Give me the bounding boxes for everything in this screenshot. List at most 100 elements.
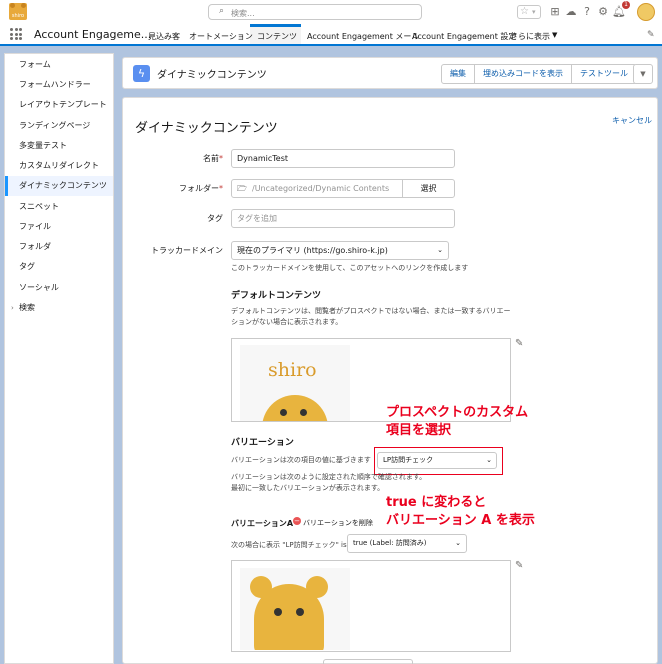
variation-a-label: バリエーションA <box>231 519 294 528</box>
sidebar-item-landing-pages[interactable]: ランディングページ <box>5 116 113 136</box>
sidebar-item-files[interactable]: ファイル <box>5 217 113 237</box>
condition-label: 次の場合に表示 "LP訪問チェック" is <box>231 541 347 549</box>
bear-eye <box>296 608 304 616</box>
tracker-domain-select[interactable]: 現在のプライマリ (https://go.shiro-k.jp) ⌄ <box>231 241 449 260</box>
sidebar-item-social[interactable]: ソーシャル <box>5 278 113 298</box>
edit-nav-icon[interactable]: ✎ <box>647 30 655 40</box>
variation-title: バリエーション <box>231 438 294 448</box>
embed-code-button[interactable]: 埋め込みコードを表示 <box>475 65 572 83</box>
lightning-icon: ϟ <box>133 65 150 82</box>
sidebar-item-folders[interactable]: フォルダ <box>5 237 113 257</box>
chevron-down-icon: ▾ <box>532 8 536 16</box>
folder-path: /Uncategorized/Dynamic Contents <box>252 184 390 193</box>
required-mark: * <box>219 154 223 163</box>
chevron-down-icon: ▼ <box>640 70 646 78</box>
sidebar-item-tags[interactable]: タグ <box>5 257 113 277</box>
variation-a-preview[interactable] <box>231 560 511 652</box>
edit-button[interactable]: 編集 <box>442 65 475 83</box>
nav-tab-automation[interactable]: オートメーション <box>189 31 253 42</box>
logo-ear-right <box>21 3 26 8</box>
image-text: shiro <box>268 359 317 381</box>
tracker-domain-help: このトラッカードメインを使用して、このアセットへのリンクを作成します <box>231 264 469 272</box>
tag-input[interactable]: タグを追加 <box>231 209 455 228</box>
sidebar-item-snippets[interactable]: スニペット <box>5 197 113 217</box>
search-icon: ⌕ <box>219 6 225 16</box>
variation-first-match-help: 最初に一致したバリエーションが表示されます。 <box>231 484 385 492</box>
more-actions-button[interactable]: ▼ <box>633 64 653 84</box>
nav-tab-email[interactable]: Account Engagement メール <box>307 31 419 42</box>
folder-select-button[interactable]: 選択 <box>402 180 454 197</box>
tracker-domain-label: トラッカードメイン <box>151 246 223 255</box>
name-input[interactable]: DynamicTest <box>231 149 455 168</box>
chevron-right-icon: › <box>11 304 14 312</box>
default-content-help: デフォルトコンテンツは、閲覧者がプロスペクトではない場合、または一致するバリエー… <box>231 307 511 326</box>
logo-ear-left <box>10 3 15 8</box>
help-icon[interactable]: ? <box>580 5 594 19</box>
pencil-icon[interactable]: ✎ <box>515 560 523 571</box>
cancel-link[interactable]: キャンセル <box>612 115 652 126</box>
variation-order-help: バリエーションは次のように設定された順序で確認されます。 <box>231 473 427 481</box>
global-search-input[interactable]: ⌕ 検索... <box>208 4 422 20</box>
test-tools-button[interactable]: テストツール <box>572 65 636 83</box>
favorites-button[interactable]: ☆ ▾ <box>517 5 541 19</box>
sidebar-item-form-handlers[interactable]: フォームハンドラー <box>5 75 113 95</box>
sidebar-item-dynamic-content[interactable]: ダイナミックコンテンツ <box>5 176 113 196</box>
tag-label: タグ <box>207 214 223 223</box>
condition-value-select[interactable]: true (Label: 訪問済み) ⌄ <box>347 534 467 553</box>
header-button-group: 編集 埋め込みコードを表示 テストツール <box>441 64 637 84</box>
search-placeholder: 検索... <box>231 9 255 18</box>
app-nav-bar: Account Engageme... 見込み客 オートメーション コンテンツ … <box>0 24 662 46</box>
remove-variation-link[interactable]: バリエーションを削除 <box>303 518 373 528</box>
notification-badge: 1 <box>622 1 630 9</box>
sidebar-item-redirects[interactable]: カスタムリダイレクト <box>5 156 113 176</box>
bear-image <box>254 584 324 650</box>
chevron-down-icon[interactable]: ▼ <box>552 31 557 39</box>
cloud-icon[interactable]: ☁ <box>564 5 578 19</box>
app-name: Account Engageme... <box>34 28 152 41</box>
sidebar-item-forms[interactable]: フォーム <box>5 55 113 75</box>
annotation-text: true に変わると <box>386 495 487 510</box>
default-content-image: shiro <box>240 345 350 421</box>
nav-tab-settings[interactable]: Account Engagement 設定 <box>412 31 516 42</box>
bear-image <box>262 395 328 421</box>
pencil-icon[interactable]: ✎ <box>515 338 523 349</box>
chevron-down-icon: ⌄ <box>437 246 443 254</box>
bear-eye <box>280 409 287 416</box>
add-icon[interactable]: ⊞ <box>548 5 562 19</box>
sidebar-item-layout-templates[interactable]: レイアウトテンプレート <box>5 95 113 115</box>
default-content-title: デフォルトコンテンツ <box>231 291 322 301</box>
page-title: ダイナミックコンテンツ <box>157 70 267 81</box>
nav-tab-prospects[interactable]: 見込み客 <box>148 31 180 42</box>
bear-eye <box>300 409 307 416</box>
logo-text: shiro <box>11 13 25 19</box>
variation-based-label: バリエーションは次の項目の値に基づきます <box>231 456 371 464</box>
sidebar-item-multivariate[interactable]: 多変量テスト <box>5 136 113 156</box>
variation-field-select[interactable]: LP訪問チェック ⌄ <box>377 452 497 469</box>
add-variation-button[interactable] <box>323 659 413 664</box>
nav-tab-more[interactable]: さらに表示 <box>510 31 550 42</box>
org-logo[interactable]: shiro <box>9 3 27 20</box>
edit-form-panel: ダイナミックコンテンツ キャンセル 名前* DynamicTest フォルダー*… <box>122 97 658 664</box>
annotation-text: 項目を選択 <box>386 423 452 438</box>
variation-a-image <box>240 568 350 650</box>
chevron-down-icon: ⌄ <box>455 539 461 547</box>
nav-tab-content[interactable]: コンテンツ <box>257 31 297 42</box>
page-header: ϟ ダイナミックコンテンツ 編集 埋め込みコードを表示 テストツール ▼ <box>122 57 658 89</box>
chevron-down-icon: ⌄ <box>486 456 492 464</box>
gear-icon[interactable]: ⚙ <box>596 5 610 19</box>
name-label: 名前* <box>203 154 223 163</box>
annotation-text: プロスペクトのカスタム <box>386 405 529 420</box>
folder-label: フォルダー* <box>179 184 223 193</box>
bear-eye <box>274 608 282 616</box>
folder-icon: 🗁︎ <box>237 184 247 193</box>
form-title: ダイナミックコンテンツ <box>135 121 278 136</box>
star-icon: ☆ <box>520 6 529 17</box>
avatar[interactable] <box>637 3 655 21</box>
app-launcher-icon[interactable] <box>10 28 22 40</box>
required-mark: * <box>219 184 223 193</box>
global-header: shiro ⌕ 検索... ☆ ▾ ⊞ ☁ ? ⚙ 🔔︎ 1 <box>0 0 662 24</box>
annotation-text: バリエーション A を表示 <box>386 513 535 528</box>
remove-icon[interactable]: − <box>293 517 301 525</box>
sidebar-item-search[interactable]: › 検索 <box>5 298 113 318</box>
folder-field: 🗁︎ /Uncategorized/Dynamic Contents 選択 <box>231 179 455 198</box>
